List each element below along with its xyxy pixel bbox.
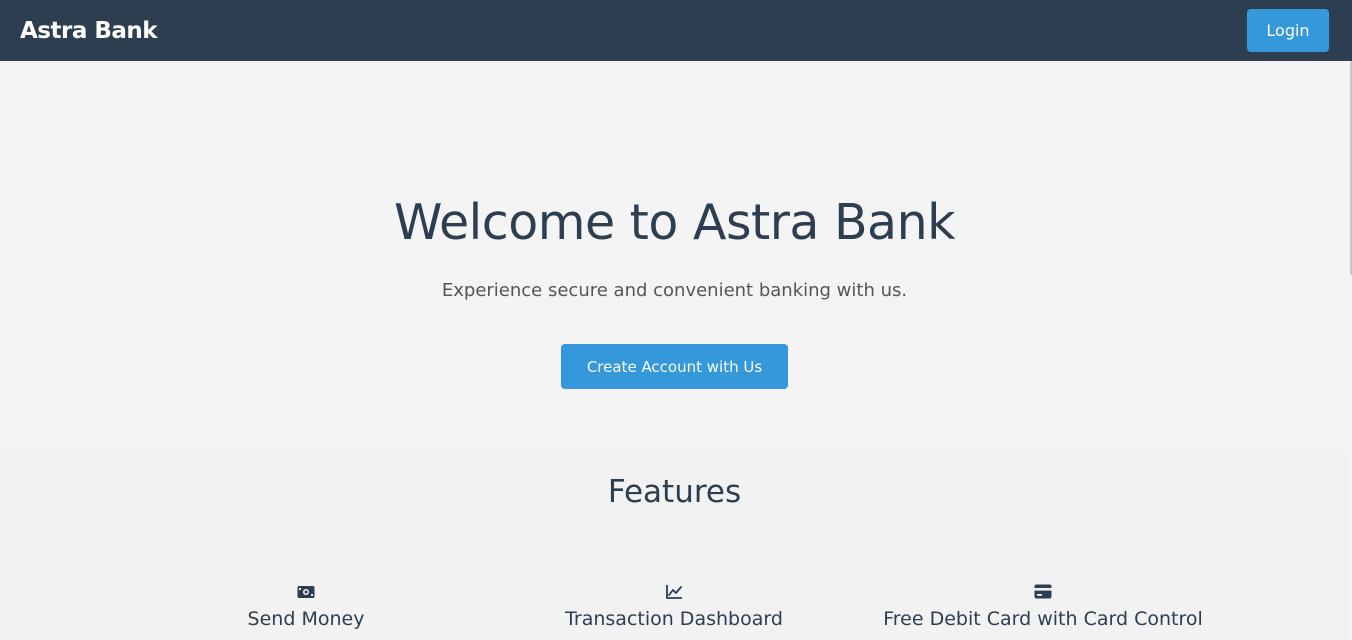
chart-line-icon <box>494 584 854 602</box>
features-section: Features Send Money Transaction Dashboar… <box>0 452 1349 640</box>
credit-card-icon <box>863 584 1223 602</box>
feature-label: Send Money <box>247 608 365 630</box>
feature-transaction-dashboard: Transaction Dashboard <box>494 584 854 630</box>
feature-send-money: Send Money <box>126 584 486 630</box>
login-button[interactable]: Login <box>1247 9 1329 52</box>
navbar: Astra Bank Login <box>0 0 1352 61</box>
money-bill-icon <box>126 584 486 602</box>
feature-debit-card: Free Debit Card with Card Control <box>863 584 1223 630</box>
hero-title: Welcome to Astra Bank <box>393 194 956 251</box>
create-account-button[interactable]: Create Account with Us <box>561 344 788 389</box>
feature-label: Free Debit Card with Card Control <box>883 608 1203 630</box>
feature-label: Transaction Dashboard <box>565 608 783 630</box>
hero-section: Welcome to Astra Bank Experience secure … <box>0 61 1349 452</box>
features-title: Features <box>607 474 742 510</box>
brand-logo[interactable]: Astra Bank <box>20 18 158 44</box>
hero-subtitle: Experience secure and convenient banking… <box>441 280 908 301</box>
